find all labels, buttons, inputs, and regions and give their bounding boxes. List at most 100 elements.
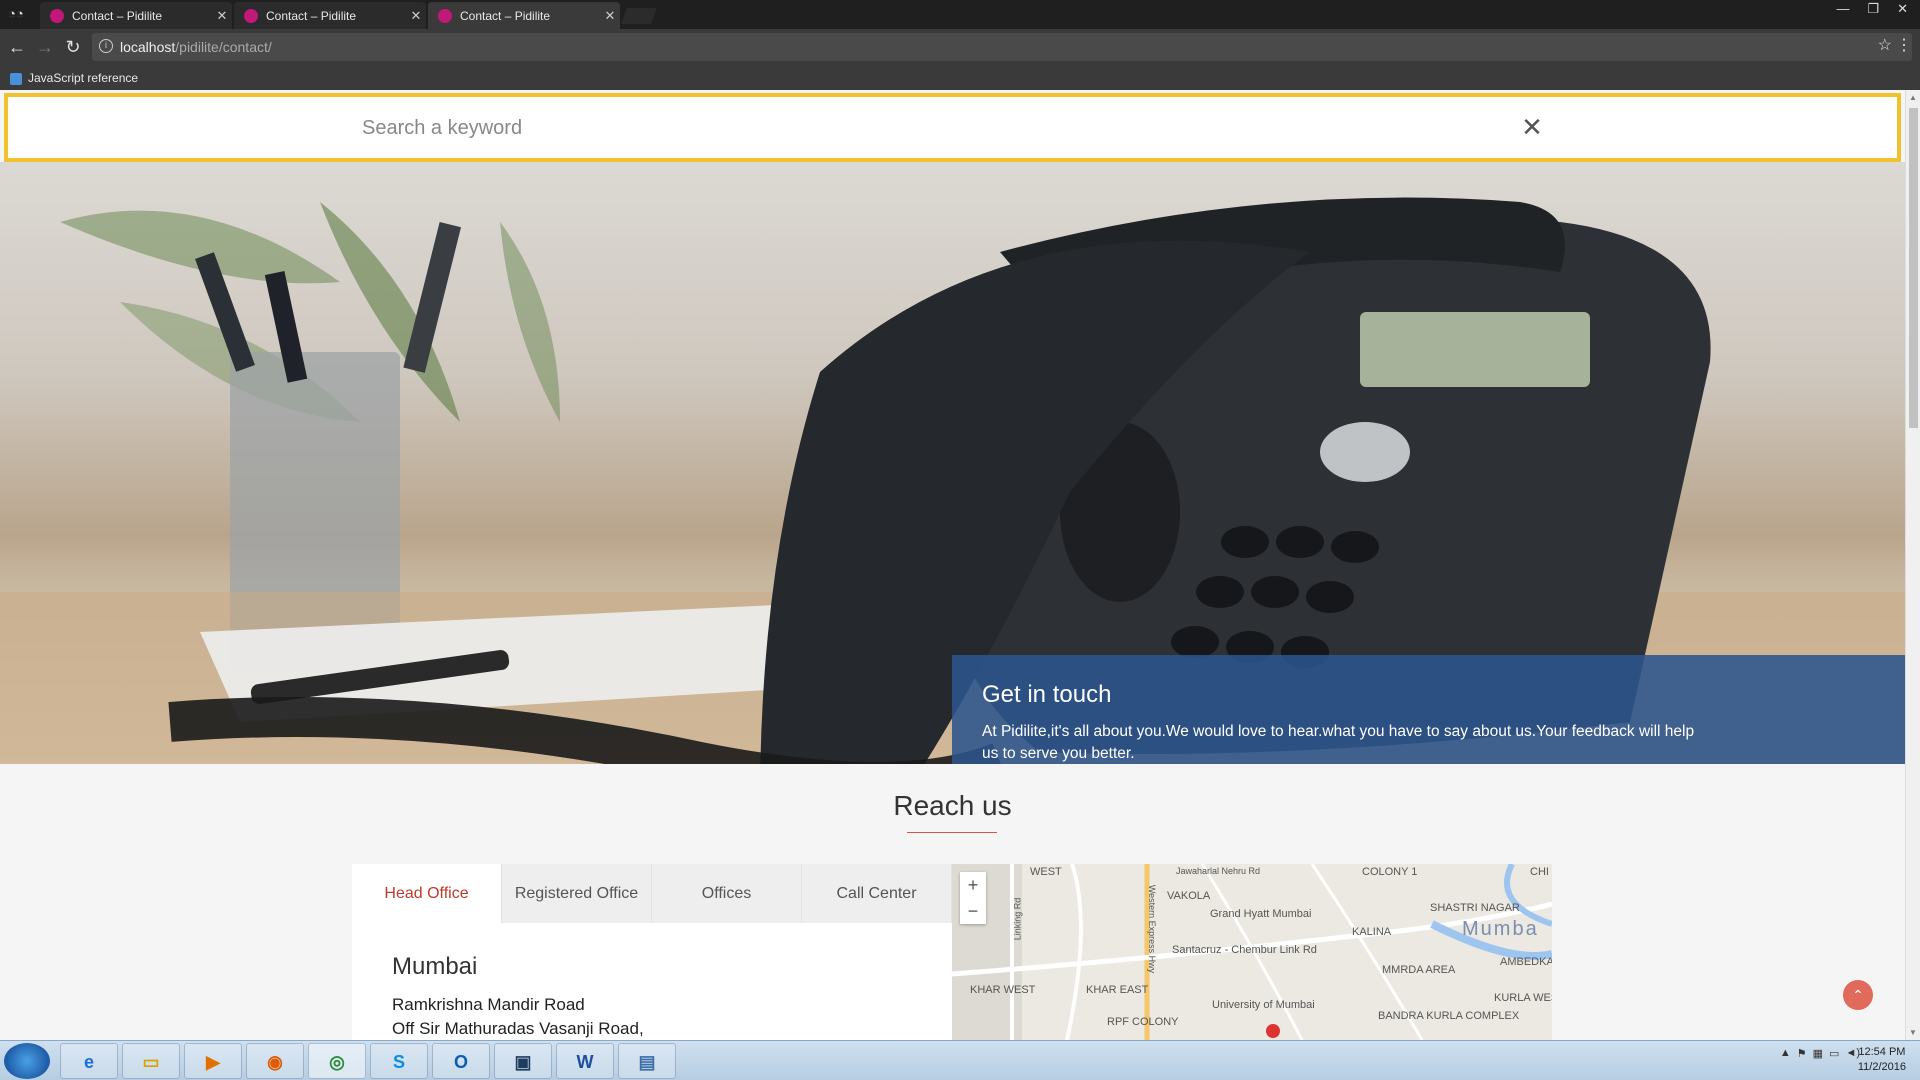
title-underline: [907, 832, 997, 833]
search-bar: ✕: [4, 93, 1901, 162]
clock-date: 11/2/2016: [1857, 1061, 1906, 1073]
tab-call-center[interactable]: Call Center: [802, 864, 952, 923]
clock-time: 12:54 PM: [1858, 1046, 1906, 1058]
system-clock[interactable]: 12:54 PM 11/2/2016: [1858, 1045, 1906, 1075]
new-tab-button[interactable]: [621, 8, 657, 24]
menu-dots-icon[interactable]: ⋮: [1896, 35, 1912, 55]
reach-us-title: Reach us: [893, 790, 1012, 821]
firefox-icon[interactable]: ◉: [246, 1043, 304, 1079]
browser-tab-bar: ◔◔ Contact – Pidilite ✕ Contact – Pidili…: [0, 0, 1920, 29]
scroll-thumb[interactable]: [1909, 108, 1918, 428]
scroll-down-arrow-icon[interactable]: ▼: [1909, 1028, 1917, 1037]
file-explorer-icon[interactable]: ▭: [122, 1043, 180, 1079]
url-host: localhost: [120, 39, 176, 55]
map-label: KHAR WEST: [970, 984, 1036, 996]
address-line: Off Sir Mathuradas Vasanji Road,: [392, 1019, 644, 1038]
display-icon[interactable]: ▭: [1829, 1047, 1839, 1060]
close-icon[interactable]: ✕: [1518, 113, 1546, 141]
bookmark-favicon-icon: [10, 72, 22, 85]
map-label: VAKOLA: [1167, 890, 1211, 902]
address-bar[interactable]: i localhost/pidilite/contact/: [92, 33, 1912, 61]
map-label: BANDRA KURLA COMPLEX: [1378, 1010, 1520, 1022]
internet-explorer-icon[interactable]: e: [60, 1043, 118, 1079]
close-tab-icon[interactable]: ✕: [406, 8, 426, 24]
tab-head-office[interactable]: Head Office: [352, 864, 502, 923]
map-label: RPF COLONY: [1107, 1016, 1179, 1028]
map-label: WEST: [1030, 866, 1062, 878]
close-tab-icon[interactable]: ✕: [600, 8, 620, 24]
map-zoom-controls: + −: [960, 872, 986, 924]
info-icon[interactable]: i: [99, 39, 113, 53]
bookmark-star-icon[interactable]: ☆: [1878, 35, 1892, 55]
window-switcher-icon[interactable]: ▤: [618, 1043, 676, 1079]
map-label: SHASTRI NAGAR: [1430, 902, 1520, 914]
map-label: MMRDA AREA: [1382, 964, 1456, 976]
minimize-icon[interactable]: —: [1836, 0, 1849, 18]
office-city: Mumbai: [392, 953, 478, 980]
tray-expand-icon[interactable]: ▲: [1780, 1047, 1791, 1060]
search-input[interactable]: [362, 113, 1362, 143]
map-label: Grand Hyatt Mumbai: [1210, 908, 1312, 920]
tab-favicon-icon: [438, 8, 452, 23]
close-tab-icon[interactable]: ✕: [212, 8, 232, 24]
map-label: KURLA WES: [1494, 992, 1552, 1004]
flag-icon[interactable]: ⚑: [1797, 1047, 1807, 1060]
start-button[interactable]: [4, 1043, 50, 1079]
page-content: Get in touch At Pidilite,it's all about …: [0, 90, 1905, 1040]
network-icon[interactable]: ▦: [1813, 1047, 1823, 1060]
browser-tab-active[interactable]: Contact – Pidilite ✕: [428, 2, 620, 29]
browser-tab[interactable]: Contact – Pidilite ✕: [234, 2, 426, 29]
url-path: /pidilite/contact/: [175, 39, 272, 55]
system-tray: ▲ ⚑ ▦ ▭ ◄): [1780, 1047, 1860, 1060]
app-icon[interactable]: ▣: [494, 1043, 552, 1079]
reload-icon[interactable]: ↻: [62, 36, 84, 58]
incognito-icon: ◔◔: [8, 6, 24, 21]
page-scrollbar[interactable]: ▲ ▼: [1905, 90, 1920, 1040]
map-label: CHI: [1530, 866, 1549, 878]
tab-title: Contact – Pidilite: [72, 8, 163, 23]
browser-toolbar: ← → ↻ i localhost/pidilite/contact/ ☆ ⋮: [0, 29, 1920, 66]
map-label: Santacruz - Chembur Link Rd: [1172, 944, 1317, 956]
bookmark-link[interactable]: JavaScript reference: [28, 71, 138, 85]
tab-title: Contact – Pidilite: [460, 8, 551, 23]
tab-registered-office[interactable]: Registered Office: [502, 864, 652, 923]
window-controls: — ❐ ✕: [1836, 0, 1908, 18]
get-in-touch-panel: Get in touch At Pidilite,it's all about …: [952, 655, 1905, 764]
map-label: Mumba: [1462, 918, 1539, 940]
map-label: COLONY 1: [1362, 866, 1418, 878]
location-map[interactable]: + − WEST VAKOLA Grand Hyatt Mumbai COLON…: [952, 864, 1552, 1040]
back-arrow-icon[interactable]: ←: [6, 36, 28, 58]
media-player-icon[interactable]: ▶: [184, 1043, 242, 1079]
outlook-icon[interactable]: O: [432, 1043, 490, 1079]
close-window-icon[interactable]: ✕: [1897, 0, 1908, 18]
map-label: AMBEDKA NAGAR: [1500, 956, 1552, 968]
forward-arrow-icon[interactable]: →: [34, 36, 56, 58]
office-details: Mumbai Ramkrishna Mandir Road Off Sir Ma…: [352, 923, 952, 1040]
get-in-touch-text: At Pidilite,it's all about you.We would …: [982, 723, 1695, 762]
hero-banner: Get in touch At Pidilite,it's all about …: [0, 162, 1905, 764]
map-pin-icon[interactable]: [1266, 1024, 1280, 1038]
office-tabs: Head Office Registered Office Offices Ca…: [352, 864, 952, 923]
map-label: Linking Rd: [1012, 897, 1023, 941]
windows-taskbar: e ▭ ▶ ◉ ◎ S O ▣ W ▤ ▲ ⚑ ▦ ▭ ◄) 12:54 PM …: [0, 1040, 1920, 1080]
browser-tab[interactable]: Contact – Pidilite ✕: [40, 2, 232, 29]
map-label: KALINA: [1352, 926, 1392, 938]
map-label: Jawaharlal Nehru Rd: [1176, 866, 1261, 876]
scroll-up-arrow-icon[interactable]: ▲: [1909, 93, 1917, 102]
tab-favicon-icon: [244, 8, 258, 23]
map-label: KHAR EAST: [1086, 984, 1149, 996]
chrome-icon[interactable]: ◎: [308, 1043, 366, 1079]
tab-favicon-icon: [50, 8, 64, 23]
map-label: University of Mumbai: [1212, 999, 1315, 1011]
skype-icon[interactable]: S: [370, 1043, 428, 1079]
scroll-to-top-button[interactable]: ⌃: [1843, 980, 1873, 1010]
address-line: Ramkrishna Mandir Road: [392, 995, 585, 1014]
get-in-touch-title: Get in touch: [982, 681, 1112, 708]
maximize-icon[interactable]: ❐: [1867, 0, 1879, 18]
word-icon[interactable]: W: [556, 1043, 614, 1079]
zoom-in-button[interactable]: +: [960, 872, 986, 898]
zoom-out-button[interactable]: −: [960, 898, 986, 924]
tab-title: Contact – Pidilite: [266, 8, 357, 23]
tab-offices[interactable]: Offices: [652, 864, 802, 923]
map-label: Western Express Hwy: [1147, 884, 1158, 974]
